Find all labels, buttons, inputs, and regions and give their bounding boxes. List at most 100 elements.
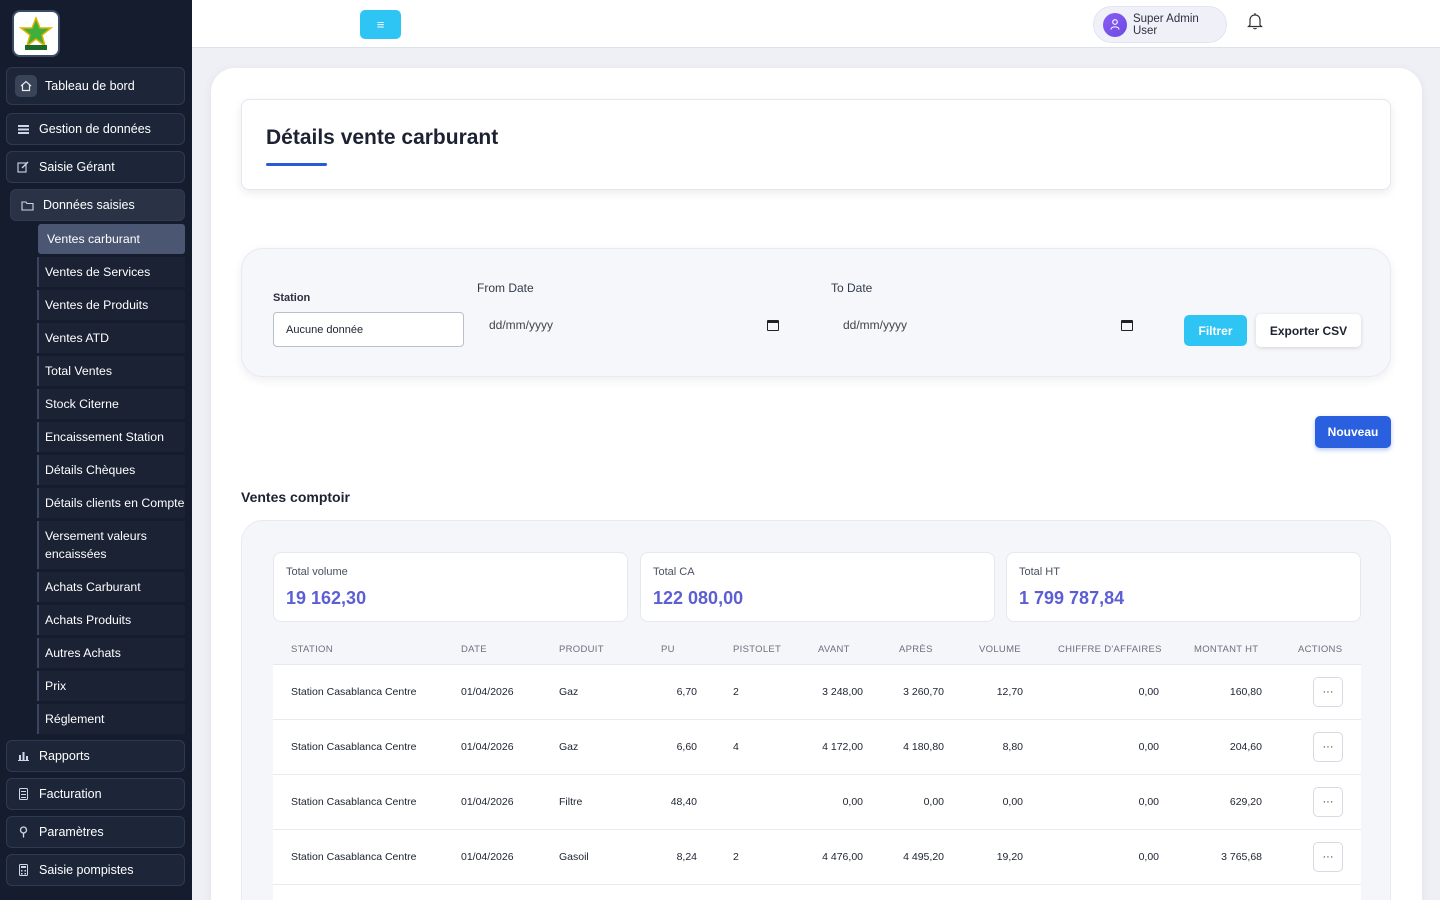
cell-product: Gasoil	[559, 851, 589, 863]
calendar-icon[interactable]	[1121, 319, 1133, 331]
row-actions-button[interactable]: ···	[1313, 787, 1343, 817]
cell-amount-ht: 3 765,68	[1221, 851, 1262, 863]
sidebar-item-data-management[interactable]: Gestion de données	[6, 113, 185, 145]
sidebar-subitem-prices[interactable]: Prix	[37, 671, 185, 701]
sidebar-item-manager-entry[interactable]: Saisie Gérant	[6, 151, 185, 183]
sales-table-card: Total volume 19 162,30 Total CA 122 080,…	[241, 520, 1391, 900]
new-button[interactable]: Nouveau	[1315, 416, 1391, 448]
stat-value: 122 080,00	[653, 588, 744, 608]
stat-total-volume: Total volume 19 162,30	[273, 552, 628, 622]
from-date-label: From Date	[477, 281, 534, 295]
menu-toggle-button[interactable]: ≡	[360, 10, 401, 39]
filter-button[interactable]: Filtrer	[1184, 315, 1247, 346]
from-date-placeholder: dd/mm/yyyy	[489, 318, 554, 332]
row-actions-button[interactable]: ···	[1313, 677, 1343, 707]
col-turnover: CHIFFRE D'AFFAIRES	[1058, 644, 1162, 655]
sidebar-item-settings[interactable]: Paramètres	[6, 816, 185, 848]
table-row: Station Casablanca Centre 01/04/2026 Fil…	[273, 775, 1361, 830]
naftam-logo[interactable]	[12, 10, 60, 57]
col-date: DATE	[461, 644, 487, 655]
station-label: Station	[273, 292, 311, 304]
cell-after: 4 495,20	[903, 851, 944, 863]
sidebar: Tableau de bord Gestion de données Saisi…	[0, 0, 192, 900]
row-actions-button[interactable]: ···	[1313, 842, 1343, 872]
sidebar-item-label: Paramètres	[39, 825, 104, 839]
sidebar-item-label: Facturation	[39, 787, 102, 801]
sidebar-item-entered-data[interactable]: Données saisies	[10, 189, 185, 221]
sidebar-subitem-label: Détails clients en Compte	[45, 496, 185, 510]
sidebar-subitem-cash-deposit[interactable]: Versement valeurs encaissées	[37, 521, 185, 569]
sales-table: STATION DATE PRODUIT PU PISTOLET AVANT A…	[273, 634, 1361, 900]
sidebar-subitem-label: Versement valeurs encaissées	[45, 529, 147, 561]
calendar-icon[interactable]	[767, 319, 779, 331]
table-header: STATION DATE PRODUIT PU PISTOLET AVANT A…	[273, 634, 1361, 665]
page-header-card: Détails vente carburant	[241, 99, 1391, 190]
sidebar-item-label: Gestion de données	[39, 122, 151, 136]
sidebar-item-dashboard[interactable]: Tableau de bord	[6, 67, 185, 105]
table-row: Station Casablanca Centre 01/04/2026 Gas…	[273, 830, 1361, 885]
sidebar-subitem-total-sales[interactable]: Total Ventes	[37, 356, 185, 386]
sidebar-subitem-label: Ventes de Produits	[45, 298, 149, 312]
invoice-icon	[15, 786, 31, 802]
bell-icon[interactable]	[1247, 12, 1265, 32]
cell-before: 4 476,00	[822, 851, 863, 863]
calculator-icon	[15, 862, 31, 878]
to-date-input[interactable]: dd/mm/yyyy	[843, 313, 1133, 337]
cell-product: Gaz	[559, 741, 579, 753]
sidebar-subitem-fuel-purchases[interactable]: Achats Carburant	[37, 572, 185, 602]
sidebar-subitem-label: Réglement	[45, 712, 105, 726]
hamburger-icon: ≡	[376, 17, 385, 32]
cell-product: Filtre	[559, 796, 583, 808]
sidebar-subitem-label: Stock Citerne	[45, 397, 119, 411]
export-csv-button[interactable]: Exporter CSV	[1256, 314, 1361, 347]
pin-icon	[15, 824, 31, 840]
sidebar-item-billing[interactable]: Facturation	[6, 778, 185, 810]
user-menu[interactable]: Super Admin User	[1093, 6, 1227, 43]
cell-volume: 8,80	[1002, 741, 1023, 753]
stat-label: Total HT	[1019, 566, 1060, 578]
table-row: Station Casablanca Centre 01/04/2026 Gaz…	[273, 720, 1361, 775]
chart-icon	[15, 748, 31, 764]
star-logo-icon	[18, 15, 54, 50]
to-date-placeholder: dd/mm/yyyy	[843, 318, 908, 332]
sidebar-subitem-station-cash[interactable]: Encaissement Station	[37, 422, 185, 452]
sidebar-item-reports[interactable]: Rapports	[6, 740, 185, 772]
row-actions-button[interactable]: ···	[1313, 732, 1343, 762]
cell-station: Station Casablanca Centre	[291, 741, 417, 753]
col-product: PRODUIT	[559, 644, 604, 655]
user-name: Super Admin User	[1132, 12, 1199, 37]
edit-icon	[15, 159, 31, 175]
cell-nozzle: 4	[733, 741, 739, 753]
cell-amount-ht: 204,60	[1229, 741, 1262, 753]
title-underline	[266, 163, 327, 166]
sidebar-subitem-fuel-sales[interactable]: Ventes carburant	[38, 224, 185, 254]
cell-date: 01/04/2026	[461, 851, 514, 863]
sidebar-subitem-tank-stock[interactable]: Stock Citerne	[37, 389, 185, 419]
from-date-input[interactable]: dd/mm/yyyy	[489, 313, 779, 337]
cell-before: 0,00	[842, 796, 863, 808]
cell-station: Station Casablanca Centre	[291, 796, 417, 808]
stat-value: 1 799 787,84	[1019, 588, 1125, 608]
sidebar-subitem-product-purchases[interactable]: Achats Produits	[37, 605, 185, 635]
sidebar-subitem-label: Ventes ATD	[45, 331, 110, 345]
sidebar-subitem-label: Achats Carburant	[45, 580, 141, 594]
sidebar-item-attendant-entry[interactable]: Saisie pompistes	[6, 854, 185, 886]
sidebar-item-label: Saisie pompistes	[39, 863, 134, 877]
sidebar-subitem-account-clients[interactable]: Détails clients en Compte	[37, 488, 185, 518]
sidebar-subitem-cheque-details[interactable]: Détails Chèques	[37, 455, 185, 485]
station-select[interactable]: Aucune donnée	[273, 312, 464, 347]
cell-turnover: 0,00	[1138, 796, 1159, 808]
table-row	[273, 885, 1361, 900]
cell-date: 01/04/2026	[461, 741, 514, 753]
section-title: Ventes comptoir	[241, 489, 350, 505]
stat-value: 19 162,30	[286, 588, 367, 608]
sidebar-subitem-other-purchases[interactable]: Autres Achats	[37, 638, 185, 668]
table-row: Station Casablanca Centre 01/04/2026 Gaz…	[273, 665, 1361, 720]
cell-pu: 8,24	[676, 851, 697, 863]
sidebar-subitem-service-sales[interactable]: Ventes de Services	[37, 257, 185, 287]
sidebar-subitem-atd-sales[interactable]: Ventes ATD	[37, 323, 185, 353]
col-station: STATION	[291, 644, 333, 655]
sidebar-subitem-product-sales[interactable]: Ventes de Produits	[37, 290, 185, 320]
sidebar-subitem-settlement[interactable]: Réglement	[37, 704, 185, 734]
top-header: ≡ Super Admin User	[192, 0, 1440, 48]
